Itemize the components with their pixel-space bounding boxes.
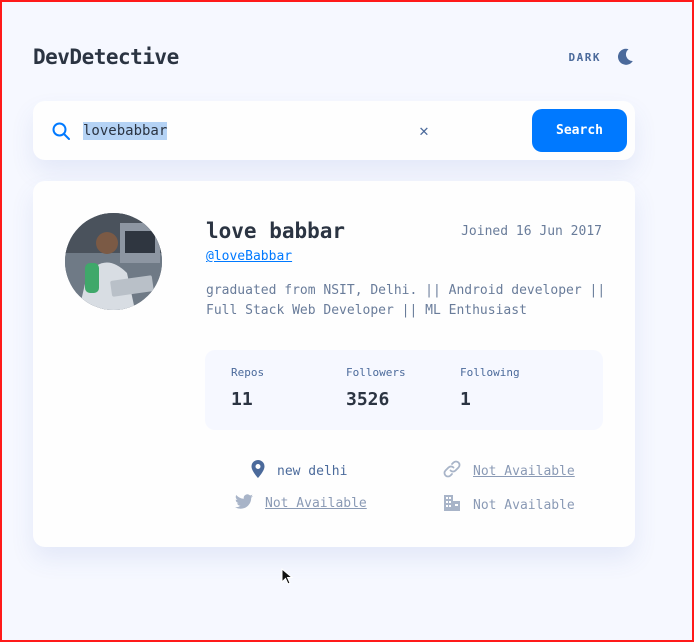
theme-toggle-label: DARK [568, 50, 601, 64]
website-item: Not Available [443, 460, 575, 482]
search-input[interactable]: lovebabbar [83, 117, 412, 145]
avatar [65, 213, 162, 310]
mouse-cursor-icon [281, 568, 294, 585]
twitter-item: Not Available [235, 494, 367, 513]
stat-value: 3526 [346, 389, 390, 410]
header: DevDetective DARK [33, 42, 635, 72]
search-bar: lovebabbar ✕ Search [33, 101, 635, 160]
stat-label: Followers [346, 366, 406, 379]
search-input-value: lovebabbar [83, 121, 168, 140]
twitter-icon [235, 494, 253, 513]
stat-value: 1 [460, 389, 471, 410]
search-icon [51, 121, 71, 141]
stats-panel: Repos 11 Followers 3526 Following 1 [205, 350, 603, 430]
app-logo: DevDetective [33, 45, 179, 69]
stat-followers: Followers 3526 [346, 366, 406, 410]
joined-date: Joined 16 Jun 2017 [461, 224, 602, 239]
profile-name: love babbar [206, 219, 346, 243]
theme-toggle[interactable]: DARK [569, 47, 636, 67]
stat-repos: Repos 11 [231, 366, 264, 410]
company-text: Not Available [473, 497, 575, 513]
stat-label: Repos [231, 366, 265, 379]
profile-handle-link[interactable]: @loveBabbar [206, 249, 292, 264]
profile-card: love babbar Joined 16 Jun 2017 @loveBabb… [33, 181, 635, 547]
moon-icon [615, 47, 635, 67]
website-link[interactable]: Not Available [473, 464, 575, 479]
location-text: new delhi [277, 463, 348, 479]
stat-label: Following [460, 366, 520, 379]
link-icon [443, 460, 461, 482]
location-pin-icon [251, 460, 265, 482]
twitter-link[interactable]: Not Available [265, 496, 367, 511]
company-item: Not Available [443, 494, 575, 516]
search-button[interactable]: Search [532, 109, 627, 152]
building-icon [443, 494, 461, 516]
clear-icon[interactable]: ✕ [412, 119, 436, 143]
stat-value: 11 [231, 389, 253, 410]
stat-following: Following 1 [460, 366, 520, 410]
profile-bio: graduated from NSIT, Delhi. || Android d… [206, 283, 606, 318]
location-item: new delhi [251, 460, 347, 482]
